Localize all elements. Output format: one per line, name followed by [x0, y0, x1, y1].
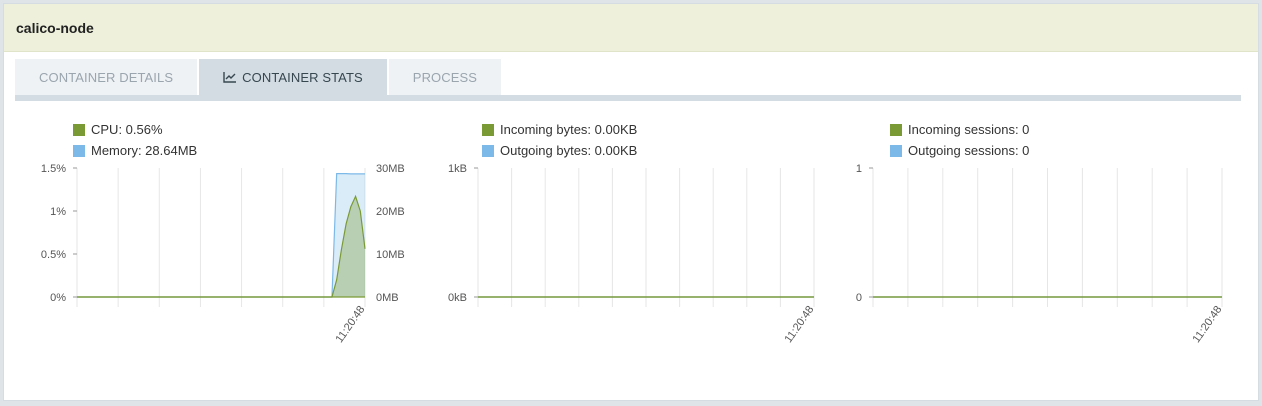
chart-2: 1 0 11:20:48	[856, 163, 1225, 345]
y-tick-label: 0.5%	[41, 249, 66, 261]
y-right-tick-label: 20MB	[376, 206, 405, 218]
y-tick-label: 1.5%	[41, 163, 66, 175]
y-right-tick-label: 10MB	[376, 249, 405, 261]
y-tick-label: 1	[856, 163, 862, 175]
stats-charts: 1.5% 1% 0.5% 0% 30MB 20MB 10MB 0MB 11:20:48 1kB 0k…	[41, 163, 1225, 345]
y-tick-label: 1%	[50, 206, 66, 218]
series-line-1	[77, 172, 365, 298]
y-tick-label: 1kB	[448, 163, 467, 175]
series-area-0	[77, 196, 365, 297]
chart-0: 1.5% 1% 0.5% 0% 30MB 20MB 10MB 0MB 11:20:48	[41, 163, 405, 345]
y-tick-label: 0kB	[448, 292, 467, 304]
y-right-tick-label: 30MB	[376, 163, 405, 175]
x-tick-label: 11:20:48	[783, 304, 817, 345]
x-tick-label: 11:20:48	[1191, 304, 1225, 345]
series-line-0	[77, 194, 366, 298]
y-tick-label: 0%	[50, 292, 66, 304]
chart-1: 1kB 0kB 11:20:48	[448, 163, 816, 345]
x-tick-label: 11:20:48	[334, 304, 368, 345]
y-tick-label: 0	[856, 292, 862, 304]
y-right-tick-label: 0MB	[376, 292, 399, 304]
series-area-1	[77, 173, 365, 297]
